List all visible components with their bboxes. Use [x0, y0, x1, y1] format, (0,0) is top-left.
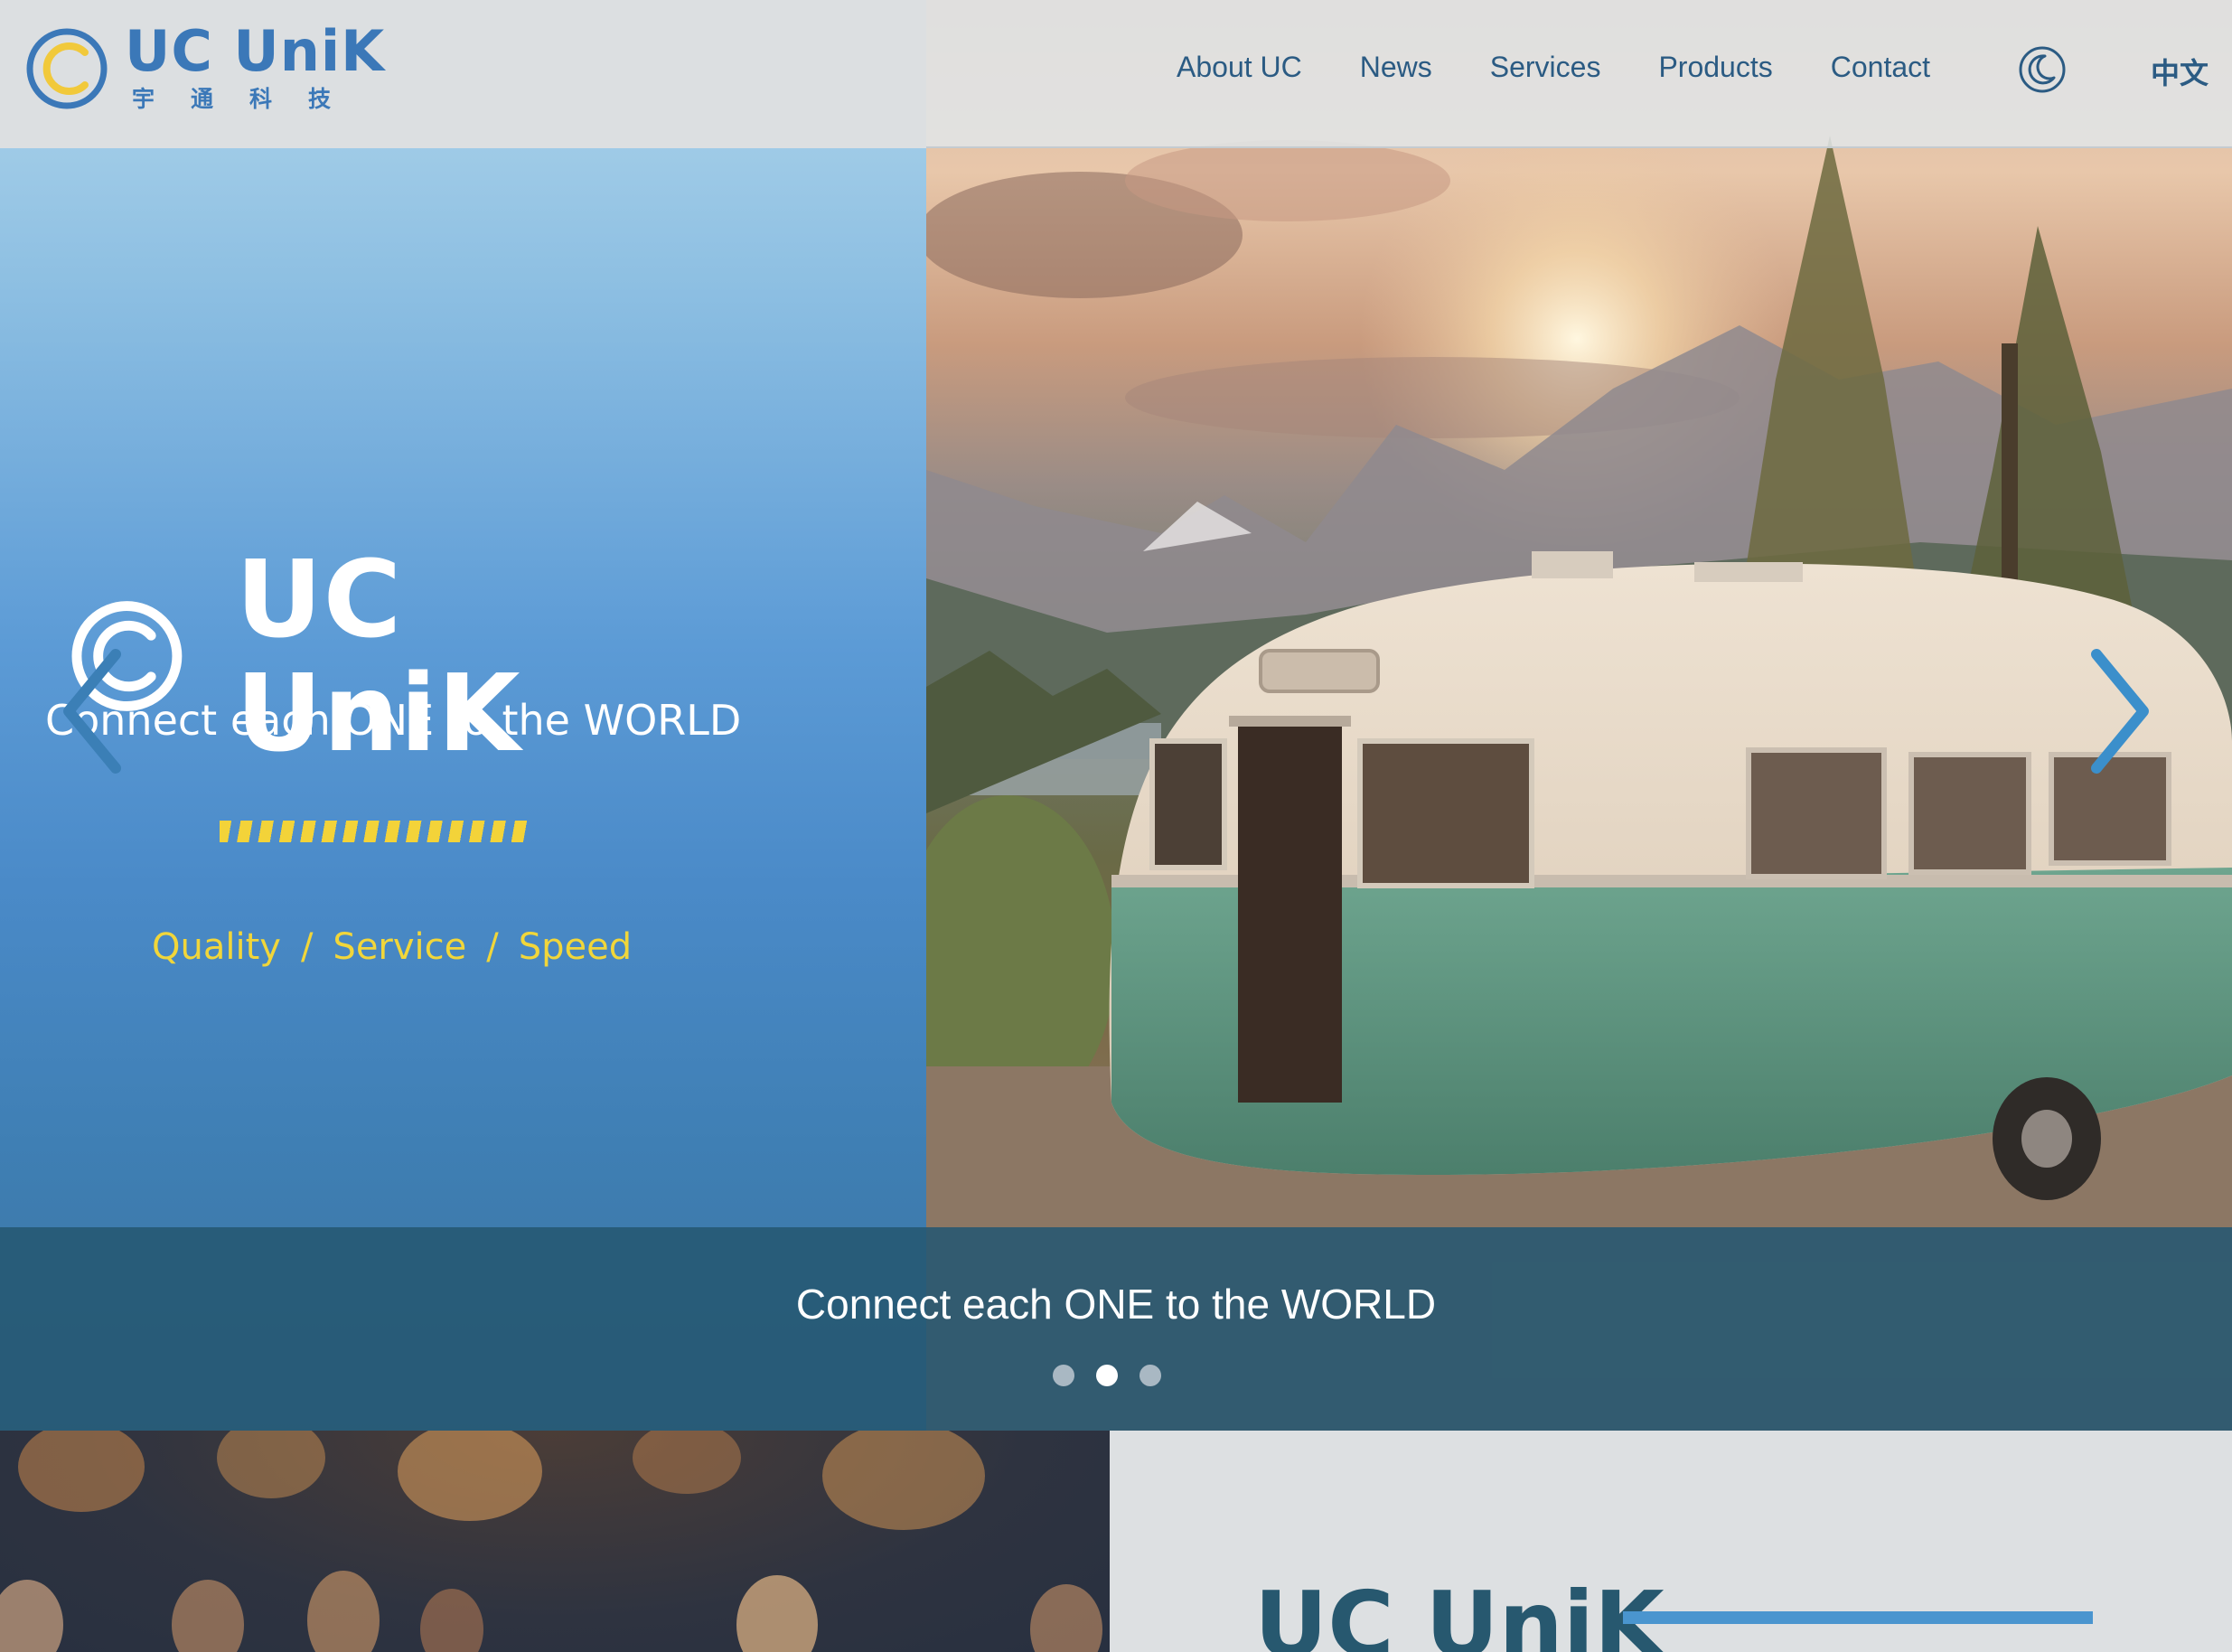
- language-toggle[interactable]: 中文: [2151, 51, 2209, 92]
- logo-title: UC UniK: [125, 18, 386, 84]
- carousel-caption: Connect each ONE to the WORLD: [795, 1281, 1437, 1328]
- feature-separator: /: [300, 926, 314, 968]
- feature-separator: /: [486, 926, 499, 968]
- hero-tagline: Connect each ONE to the WORLD: [45, 696, 742, 745]
- about-section: UC UniK: [1110, 1431, 2232, 1652]
- carousel-dot-3[interactable]: [1139, 1365, 1161, 1386]
- hero-photo-camper: [926, 0, 2232, 1431]
- carousel-prev-button[interactable]: [52, 643, 134, 779]
- nav-news[interactable]: News: [1360, 51, 1432, 84]
- feature-quality: Quality: [152, 926, 281, 968]
- carousel-indicators: [1053, 1365, 1183, 1386]
- about-photo-bokeh: [0, 1431, 1110, 1652]
- carousel-dot-1[interactable]: [1053, 1365, 1074, 1386]
- feature-service: Service: [333, 926, 467, 968]
- main-nav: About UC News Services Products Contact: [1177, 51, 1930, 84]
- title-underline: [1623, 1611, 2093, 1624]
- site-logo[interactable]: UC UniK 宇通科技: [25, 23, 385, 114]
- about-title: UC UniK: [1254, 1572, 1665, 1652]
- site-header: UC UniK 宇通科技 About UC News Services Prod…: [0, 0, 2232, 148]
- nav-products[interactable]: Products: [1658, 51, 1772, 84]
- hero-features: Quality / Service / Speed: [152, 926, 632, 968]
- carousel-caption-bar: Connect each ONE to the WORLD: [0, 1227, 2232, 1431]
- nav-about[interactable]: About UC: [1177, 51, 1302, 84]
- logo-subtitle: 宇通科技: [132, 86, 368, 112]
- nav-services[interactable]: Services: [1490, 51, 1601, 84]
- nav-contact[interactable]: Contact: [1831, 51, 1930, 84]
- uc-unik-logo-icon: [26, 28, 108, 109]
- moon-icon[interactable]: [2018, 45, 2067, 94]
- carousel-dot-2[interactable]: [1096, 1365, 1118, 1386]
- carousel-next-button[interactable]: [2078, 643, 2160, 779]
- yellow-stripe-divider: [220, 821, 531, 842]
- feature-speed: Speed: [518, 926, 633, 968]
- hero-carousel: UC UniK Connect each ONE to the WORLD Qu…: [0, 0, 2232, 1431]
